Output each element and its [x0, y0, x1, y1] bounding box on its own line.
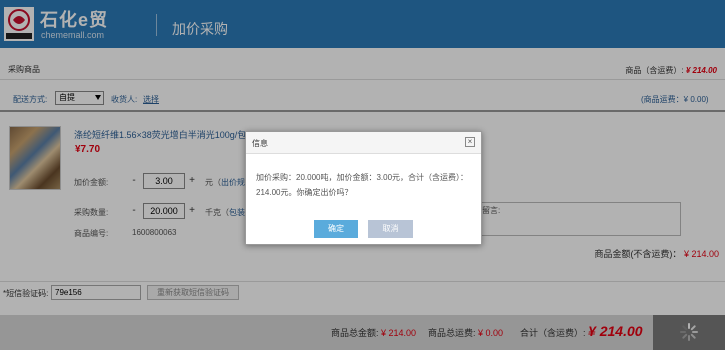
close-icon[interactable]: × — [465, 137, 475, 147]
dialog-title: 信息 — [252, 139, 268, 148]
confirm-button[interactable]: 确定 — [314, 220, 358, 238]
modal-overlay-header — [0, 0, 725, 48]
confirm-dialog: 信息 × 加价采购：20.000吨，加价金额：3.00元，合计（含运费）：214… — [245, 131, 482, 245]
dialog-message: 加价采购：20.000吨，加价金额：3.00元，合计（含运费）：214.00元。… — [256, 173, 469, 197]
dialog-header: 信息 × — [246, 132, 481, 154]
cancel-button[interactable]: 取消 — [368, 220, 413, 238]
